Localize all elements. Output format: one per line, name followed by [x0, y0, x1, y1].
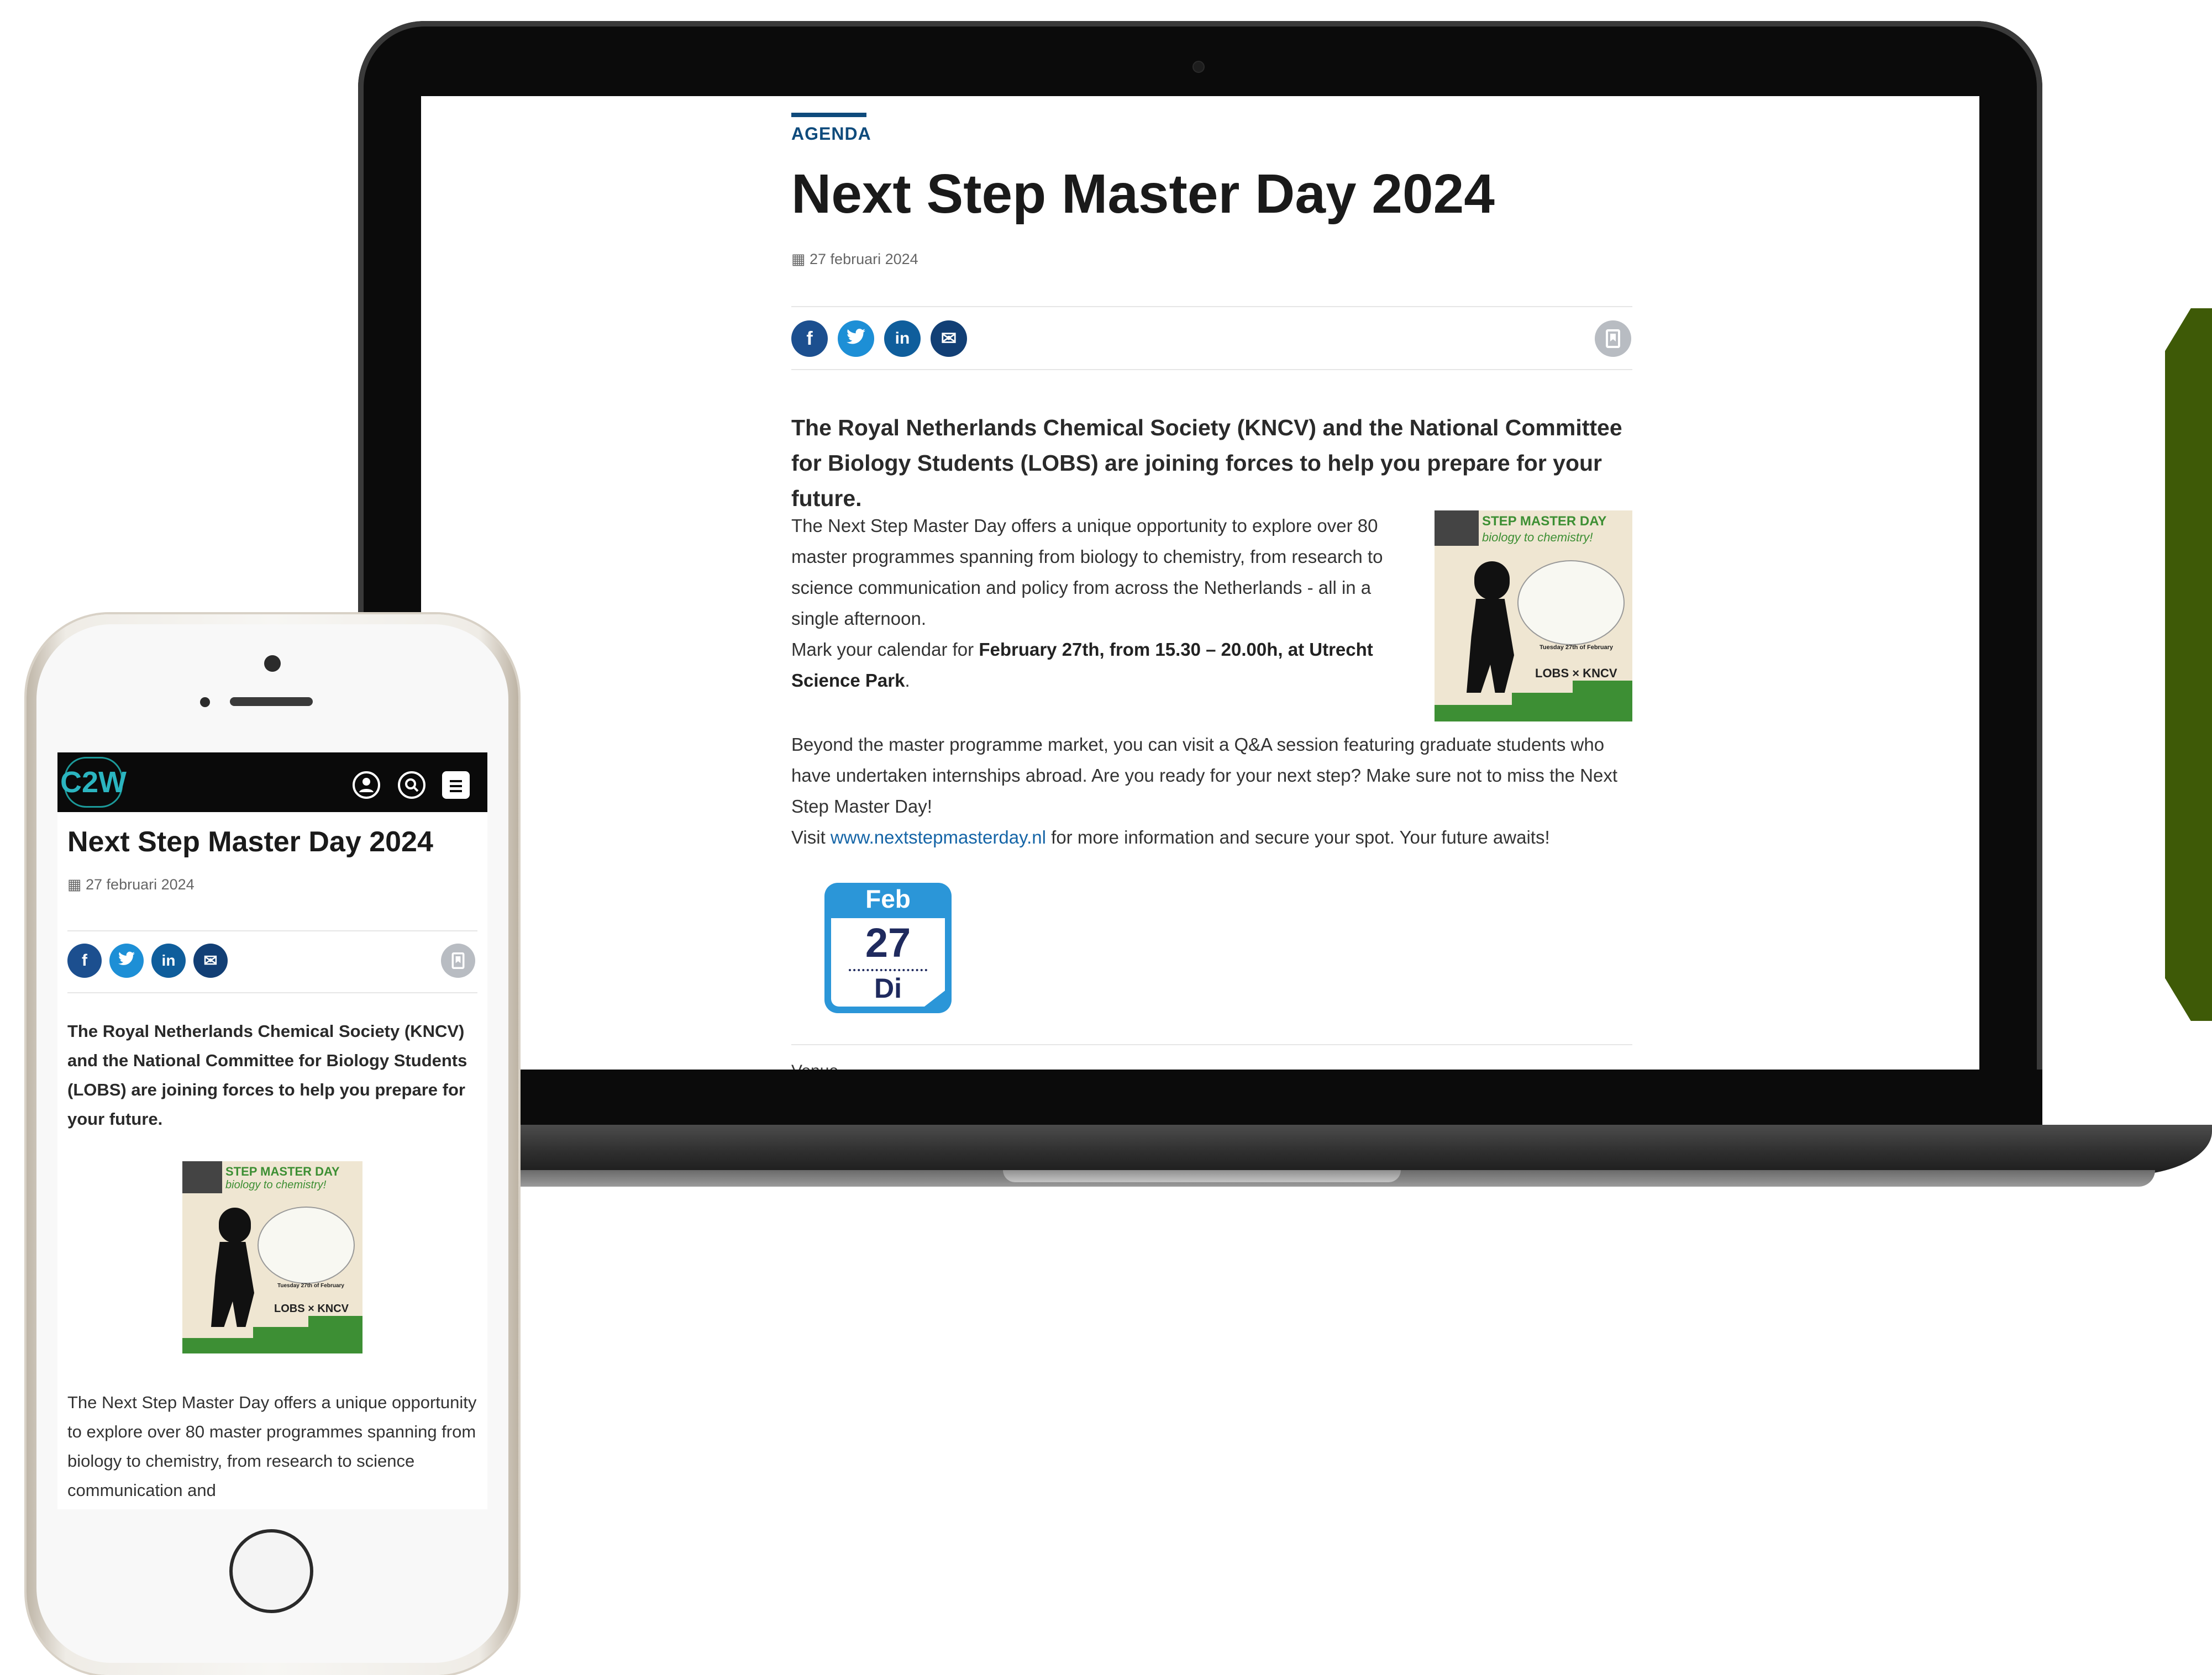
linkedin-icon: in	[161, 952, 176, 969]
poster-logo: LOBS × KNCV	[274, 1303, 349, 1315]
phone-home-button[interactable]	[229, 1529, 313, 1613]
linkedin-share-button[interactable]: in	[884, 320, 921, 357]
laptop-camera	[1192, 61, 1205, 73]
laptop-bezel	[358, 1070, 2042, 1125]
email-icon: ✉	[941, 328, 957, 349]
category-accent-bar	[791, 113, 866, 117]
thought-cloud	[258, 1207, 355, 1284]
facebook-icon: f	[82, 951, 87, 970]
divider	[67, 930, 477, 931]
calendar-date-icon: Feb 27 Di	[824, 883, 952, 1013]
calendar-suffix: .	[905, 670, 910, 691]
event-poster-image: STEP MASTER DAY biology to chemistry! Tu…	[1435, 510, 1632, 721]
visit-prefix: Visit	[791, 827, 831, 847]
poster-date: Tuesday 27th of February	[277, 1283, 344, 1289]
silhouette-body	[211, 1242, 254, 1327]
calendar-day: 27	[865, 920, 911, 966]
event-poster-image: STEP MASTER DAY biology to chemistry! Tu…	[182, 1161, 362, 1353]
divider	[791, 306, 1632, 307]
email-share-button[interactable]: ✉	[931, 320, 967, 357]
category-label[interactable]: AGENDA	[791, 124, 1632, 144]
paragraph-text: The Next Step Master Day offers a unique…	[791, 515, 1383, 629]
poster-logo: LOBS × KNCV	[1535, 666, 1617, 680]
twitter-share-button[interactable]	[109, 944, 144, 978]
poster-subtitle: biology to chemistry!	[225, 1179, 327, 1191]
calendar-separator	[849, 969, 927, 971]
twitter-icon	[847, 328, 865, 350]
phone-speaker	[230, 697, 313, 706]
laptop-base	[309, 1125, 2212, 1176]
silhouette-body	[1467, 599, 1514, 693]
facebook-share-button[interactable]: f	[67, 944, 102, 978]
phone-sensor	[200, 697, 210, 707]
laptop-notch	[1003, 1170, 1401, 1182]
calendar-month: Feb	[865, 884, 911, 913]
phone-page-title: Next Step Master Day 2024	[67, 826, 433, 858]
phone-navbar: C2W	[57, 752, 487, 812]
bookmark-button[interactable]	[1595, 320, 1631, 357]
decorative-green-panel	[2165, 308, 2212, 1021]
date-text: 27 februari 2024	[86, 876, 195, 893]
calendar-weekday: Di	[874, 973, 902, 1004]
calendar-page: 27 Di	[831, 918, 945, 1007]
calendar-prefix: Mark your calendar for	[791, 639, 979, 660]
search-icon[interactable]	[398, 771, 425, 799]
site-logo[interactable]: C2W	[60, 757, 127, 808]
poster-step	[1512, 693, 1632, 705]
poster-step	[182, 1338, 362, 1353]
poster-step	[1435, 705, 1632, 721]
phone-screen: C2W Next Step Master Day 2024 ▦ 27 febru…	[57, 752, 487, 1509]
twitter-share-button[interactable]	[838, 320, 874, 357]
expand-arrows-icon	[1435, 510, 1479, 546]
bookmark-button[interactable]	[441, 944, 475, 978]
poster-subtitle: biology to chemistry!	[1482, 530, 1593, 544]
visit-suffix: for more information and secure your spo…	[1045, 827, 1550, 847]
phone-article-paragraph: The Next Step Master Day offers a unique…	[67, 1393, 477, 1500]
linkedin-icon: in	[895, 329, 910, 347]
twitter-icon	[118, 951, 135, 970]
poster-title: STEP MASTER DAY	[1482, 514, 1607, 529]
date-text: 27 februari 2024	[810, 251, 918, 267]
divider	[67, 992, 477, 993]
website-link[interactable]: www.nextstepmasterday.nl	[831, 827, 1046, 847]
email-icon: ✉	[203, 951, 218, 970]
laptop-screen: AGENDA Next Step Master Day 2024 ▦ 27 fe…	[421, 96, 1979, 1070]
bookmark-icon	[451, 952, 465, 969]
silhouette-head	[1474, 561, 1510, 600]
paragraph-text: Beyond the master programme market, you …	[791, 734, 1617, 817]
phone-article-date: ▦ 27 februari 2024	[67, 876, 195, 893]
bookmark-icon	[1606, 329, 1620, 348]
poster-step	[308, 1316, 362, 1327]
article-date: ▦ 27 februari 2024	[791, 251, 1632, 268]
divider	[791, 369, 1632, 370]
article-paragraph-2: Beyond the master programme market, you …	[791, 729, 1632, 853]
facebook-share-button[interactable]: f	[791, 320, 828, 357]
poster-date: Tuesday 27th of February	[1540, 644, 1614, 651]
page-title: Next Step Master Day 2024	[791, 163, 1495, 225]
phone-article-lead: The Royal Netherlands Chemical Society (…	[67, 1021, 467, 1129]
poster-step	[253, 1327, 362, 1338]
email-share-button[interactable]: ✉	[193, 944, 228, 978]
user-account-icon[interactable]	[353, 771, 380, 799]
divider	[791, 1044, 1632, 1045]
article-paragraph-1: The Next Step Master Day offers a unique…	[791, 510, 1416, 696]
facebook-icon: f	[806, 328, 813, 349]
article-lead: The Royal Netherlands Chemical Society (…	[791, 415, 1622, 511]
poster-step	[1573, 681, 1632, 693]
silhouette-head	[219, 1208, 251, 1243]
poster-title: STEP MASTER DAY	[225, 1165, 340, 1178]
thought-cloud	[1517, 560, 1625, 645]
expand-arrows-icon	[182, 1161, 222, 1193]
calendar-small-icon: ▦	[791, 251, 810, 267]
venue-label: Venue	[791, 1062, 1632, 1070]
calendar-small-icon: ▦	[67, 876, 86, 893]
menu-icon[interactable]	[442, 771, 470, 799]
linkedin-share-button[interactable]: in	[151, 944, 186, 978]
phone-camera	[264, 655, 281, 672]
